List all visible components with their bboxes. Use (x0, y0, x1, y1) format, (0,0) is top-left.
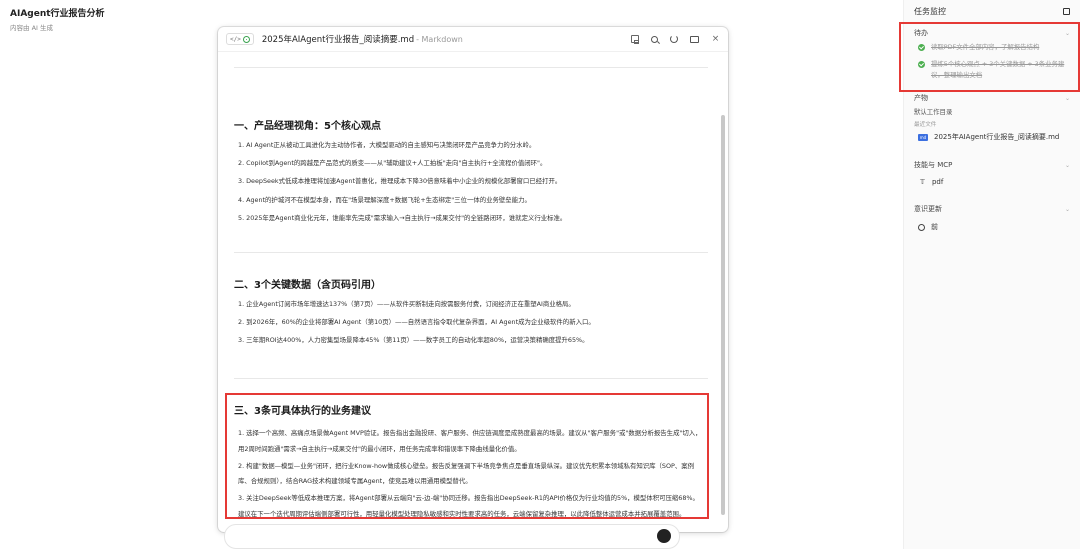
open-folder-icon[interactable] (690, 35, 699, 43)
skill-name: pdf (931, 178, 944, 186)
todo-group: 待办 ⌄ 读取PDF文件全部内容，了解报告结构 提炼5个核心观点 + 3个关键数… (904, 26, 1080, 81)
list-item: 3. 关注DeepSeek等低成本推理方案，将Agent部署从云端向"云-边-端… (238, 494, 699, 518)
list-item: 1. 企业Agent订阅市场年增速达137%（第7页）——从软件买断制走向按需服… (238, 300, 575, 308)
memory-header[interactable]: 意识更新 ⌄ (914, 202, 1070, 216)
chevron-down-icon[interactable]: ⌄ (1065, 162, 1070, 169)
todo-label: 待办 (914, 29, 928, 37)
markdown-file-icon: md (918, 133, 928, 141)
chevron-down-icon[interactable]: ⌄ (1065, 30, 1070, 37)
list-item: 2. 构建"数据—模型—业务"闭环，把行业Know-how做成核心壁垒。报告反复… (238, 461, 695, 486)
list-item: 1. AI Agent正从被动工具进化为主动协作者，大模型驱动的自主感知与决策闭… (238, 141, 536, 149)
section-heading: 三、3条可具体执行的业务建议 (234, 406, 371, 417)
search-icon[interactable] (651, 35, 658, 43)
section-heading: 一、产品经理视角：5个核心观点 (234, 121, 381, 132)
document-kind: - Markdown (416, 34, 463, 44)
artifacts-group: 产物 ⌄ 默认工作目录 最近文件 md 2025年AIAgent行业报告_阅读摘… (904, 91, 1080, 142)
list-item: 3. 三年期ROI达400%，人力密集型场景降本45%（第11页）——数字员工的… (238, 336, 589, 345)
close-icon[interactable]: × (711, 34, 720, 44)
section-business-advice: 三、3条可具体执行的业务建议 1. 选择一个高频、高痛点场景做Agent MVP… (234, 402, 708, 524)
save-icon[interactable] (631, 35, 639, 44)
memory-group: 意识更新 ⌄ 前 (904, 202, 1080, 232)
app-title: AIAgent行业报告分析 (10, 9, 105, 19)
document-filename: 2025年AIAgent行业报告_阅读摘要.md (261, 35, 415, 45)
preview-icon[interactable] (242, 35, 250, 43)
send-button[interactable] (657, 529, 671, 543)
check-icon (918, 61, 925, 68)
list-item: 4. Agent的护城河不在模型本身，而在"场景理解深度+数据飞轮+生态绑定"三… (238, 195, 531, 204)
recent-file[interactable]: md 2025年AIAgent行业报告_阅读摘要.md (918, 132, 1070, 142)
chevron-down-icon[interactable]: ⌄ (1065, 206, 1070, 213)
chevron-down-icon[interactable]: ⌄ (1065, 95, 1070, 102)
panel-title: 任务监控 (914, 6, 946, 16)
document-tools: × (631, 34, 720, 44)
todo-item: 读取PDF文件全部内容，了解报告结构 (918, 42, 1070, 53)
list-item: 1. 选择一个高频、高痛点场景做Agent MVP验证。报告指出金融投研、客户服… (238, 429, 702, 453)
document-content[interactable]: 一、产品经理视角：5个核心观点 1. AI Agent正从被动工具进化为主动协作… (218, 53, 728, 532)
skill-item[interactable]: 𝕋 pdf (920, 178, 1070, 186)
document-scrollbar[interactable] (721, 115, 725, 515)
panel-header: 任务监控 (904, 0, 1080, 22)
list-item: 5. 2025年是Agent商业化元年，谁能率先完成"需求输入→自主执行→成果交… (238, 213, 567, 222)
todo-text: 提炼5个核心观点 + 3个关键数据 + 3条业务建议，整理输出文档 (931, 60, 1065, 79)
artifacts-header[interactable]: 产物 ⌄ (914, 91, 1070, 105)
section-core-views: 一、产品经理视角：5个核心观点 1. AI Agent正从被动工具进化为主动协作… (234, 117, 708, 232)
recent-files-label: 最近文件 (914, 122, 937, 128)
collapse-panel-icon[interactable] (1063, 7, 1070, 15)
app-header: AIAgent行业报告分析 内容由 AI 生成 (10, 6, 105, 32)
document-viewer: </> 2025年AIAgent行业报告_阅读摘要.md - Markdown … (218, 27, 728, 532)
task-monitor-panel: 任务监控 待办 ⌄ 读取PDF文件全部内容，了解报告结构 提炼5个核心观点 + … (903, 0, 1080, 549)
chat-input[interactable] (224, 524, 680, 549)
memory-item[interactable]: 前 (918, 222, 1070, 232)
skills-label: 技能与 MCP (914, 161, 953, 169)
artifacts-label: 产物 (914, 94, 928, 102)
skills-group: 技能与 MCP ⌄ 𝕋 pdf (904, 158, 1080, 186)
recent-file-name: 2025年AIAgent行业报告_阅读摘要.md (934, 133, 1060, 141)
code-icon[interactable]: </> (230, 36, 241, 43)
pin-icon: 𝕋 (920, 178, 925, 186)
section-key-data: 二、3个关键数据（含页码引用） 1. 企业Agent订阅市场年增速达137%（第… (234, 276, 708, 355)
todo-text: 读取PDF文件全部内容，了解报告结构 (931, 43, 1040, 51)
code-preview-toggle[interactable]: </> (226, 33, 254, 45)
refresh-icon[interactable] (670, 35, 678, 43)
gear-icon (918, 223, 925, 231)
list-item: 2. 到2026年，60%的企业将部署AI Agent（第10页）——自然语言指… (238, 318, 595, 327)
todo-header[interactable]: 待办 ⌄ (914, 26, 1070, 40)
section-heading: 二、3个关键数据（含页码引用） (234, 280, 381, 291)
list-item: 3. DeepSeek式低成本推理将加速Agent普惠化，推理成本下降30倍意味… (238, 177, 562, 186)
memory-label: 意识更新 (914, 205, 942, 213)
working-dir[interactable]: 默认工作目录 (914, 107, 1070, 116)
list-item: 2. Copilot到Agent的跨越是产品范式的质变——从"辅助建议+人工拍板… (238, 159, 547, 168)
section-divider (234, 378, 708, 379)
section-divider (234, 67, 708, 68)
ai-generated-note: 内容由 AI 生成 (10, 24, 53, 32)
todo-item: 提炼5个核心观点 + 3个关键数据 + 3条业务建议，整理输出文档 (918, 59, 1070, 81)
document-toolbar: </> 2025年AIAgent行业报告_阅读摘要.md - Markdown … (218, 27, 728, 52)
section-divider (234, 252, 708, 253)
skills-header[interactable]: 技能与 MCP ⌄ (914, 158, 1070, 172)
memory-text: 前 (931, 223, 938, 231)
check-icon (918, 44, 925, 51)
